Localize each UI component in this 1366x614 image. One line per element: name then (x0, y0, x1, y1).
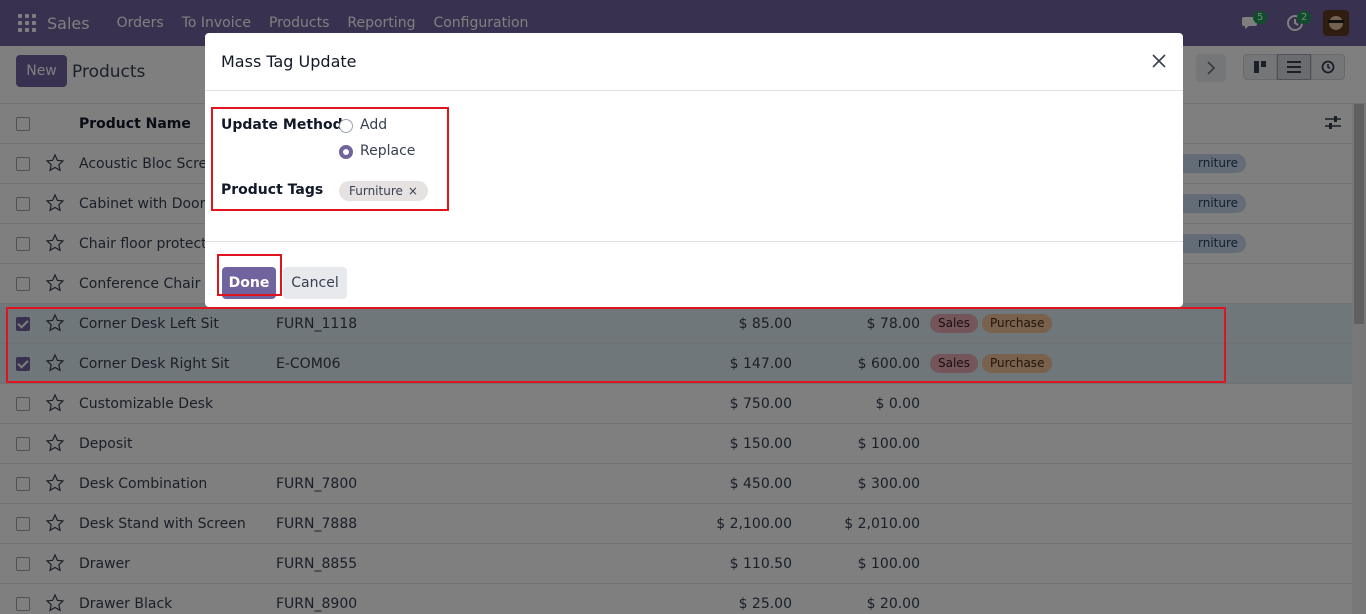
done-button-highlight (217, 254, 282, 296)
form-fields-highlight (211, 107, 449, 211)
dialog-header: Mass Tag Update (205, 33, 1183, 91)
mass-tag-update-dialog: Mass Tag Update Update Method Add Replac… (205, 33, 1183, 307)
selected-rows-highlight (6, 307, 1226, 383)
dialog-body: Update Method Add Replace Product Tags F… (205, 91, 1183, 241)
cancel-button[interactable]: Cancel (283, 267, 347, 299)
dialog-footer: Done Cancel (205, 241, 1183, 307)
close-icon[interactable] (1149, 51, 1169, 71)
dialog-title: Mass Tag Update (221, 52, 357, 71)
